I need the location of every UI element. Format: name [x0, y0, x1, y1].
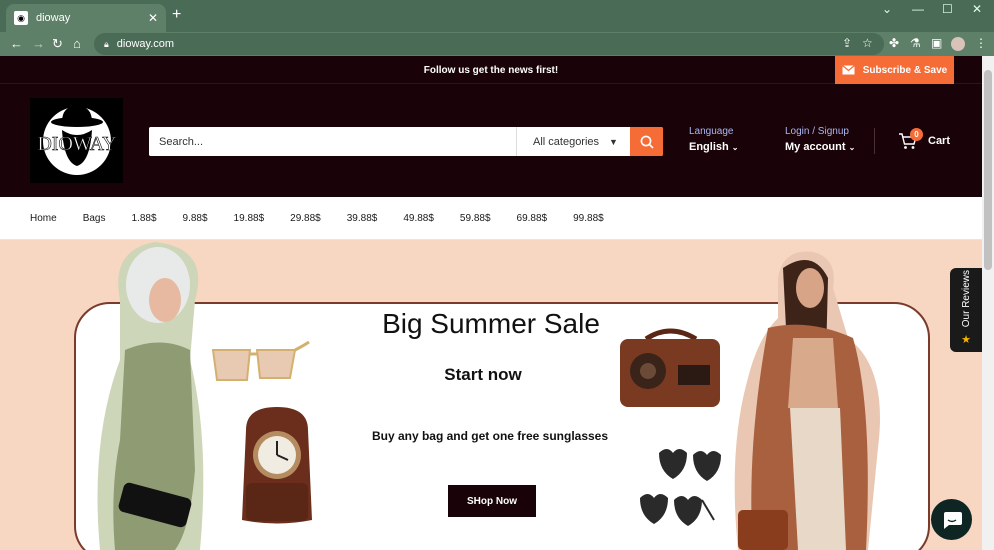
language-value: English — [689, 141, 729, 153]
heart-sunglasses-image — [640, 494, 715, 526]
new-tab-icon[interactable]: + — [172, 6, 181, 24]
hero-banner[interactable]: Big Summer Sale Start now Buy any bag an… — [0, 240, 982, 550]
close-tab-icon[interactable]: ✕ — [148, 11, 158, 25]
forward-icon[interactable]: → — [32, 36, 45, 51]
nav-item-price[interactable]: 9.88$ — [183, 213, 208, 224]
subscribe-button[interactable]: Subscribe & Save — [835, 56, 954, 84]
shop-now-button[interactable]: SHop Now — [448, 485, 536, 517]
share-icon[interactable]: ⇪ — [842, 36, 852, 50]
logo-mark: DIOWAY — [37, 105, 116, 175]
category-select[interactable]: All categories ▼ — [516, 127, 630, 156]
reload-icon[interactable]: ↻ — [52, 36, 63, 52]
search-button[interactable] — [630, 127, 663, 156]
tab-search-icon[interactable]: ⌄ — [882, 2, 892, 16]
heart-sunglasses-image — [659, 449, 721, 481]
chevron-down-icon: ⌄ — [848, 143, 856, 152]
search-icon — [640, 135, 654, 149]
nav-item-bags[interactable]: Bags — [83, 213, 106, 224]
lock-icon: 🔒︎ — [104, 38, 109, 49]
cart-count-badge: 0 — [910, 128, 923, 141]
header-divider — [874, 128, 875, 154]
nav-item-price[interactable]: 69.88$ — [517, 213, 548, 224]
star-icon: ★ — [961, 334, 971, 346]
hero-subtitle: Start now — [444, 365, 522, 384]
search-bar: All categories ▼ — [149, 127, 663, 156]
announcement-bar: Follow us get the news first! Subscribe … — [0, 56, 982, 84]
account-menu[interactable]: Login / Signup My account ⌄ — [785, 126, 855, 153]
hero-offer-text: Buy any bag and get one free sunglasses — [371, 429, 609, 443]
tab-title: dioway — [36, 12, 71, 24]
reviews-label: Our Reviews — [960, 269, 972, 327]
nav-item-price[interactable]: 59.88$ — [460, 213, 491, 224]
category-label: All categories — [533, 135, 600, 148]
site-logo[interactable]: DIOWAY — [30, 98, 123, 183]
back-icon[interactable]: ← — [10, 36, 23, 51]
web-page: Follow us get the news first! Subscribe … — [0, 56, 982, 550]
nav-item-price[interactable]: 19.88$ — [234, 213, 265, 224]
search-input[interactable] — [149, 127, 516, 156]
chevron-down-icon: ▼ — [609, 136, 618, 147]
nav-item-price[interactable]: 39.88$ — [347, 213, 378, 224]
account-value: My account — [785, 141, 846, 153]
clock-bag-image — [242, 407, 312, 524]
profile-avatar[interactable] — [951, 37, 965, 51]
address-bar[interactable]: 🔒︎ dioway.com — [94, 33, 884, 55]
browser-toolbar: ← → ↻ ⌂ 🔒︎ dioway.com ⇪ ☆ ✤ ⚗ ▣ ⋮ — [0, 32, 994, 56]
labs-icon[interactable]: ⚗ — [910, 36, 921, 50]
favicon-icon: ◉ — [14, 11, 28, 25]
page-scrollbar[interactable] — [982, 56, 994, 550]
extensions-icon[interactable]: ✤ — [889, 36, 899, 50]
menu-kebab-icon[interactable]: ⋮ — [975, 36, 987, 50]
envelope-icon — [841, 65, 855, 75]
home-icon[interactable]: ⌂ — [73, 36, 81, 51]
chat-icon — [943, 511, 962, 529]
model-image — [97, 242, 204, 550]
site-header: DIOWAY All categories ▼ Language English… — [0, 84, 982, 197]
chevron-down-icon: ⌄ — [731, 143, 739, 152]
side-panel-icon[interactable]: ▣ — [931, 36, 942, 50]
nav-item-home[interactable]: Home — [30, 213, 57, 224]
main-navigation: Home Bags 1.88$ 9.88$ 19.88$ 29.88$ 39.8… — [0, 197, 982, 240]
language-selector[interactable]: Language English ⌄ — [689, 126, 739, 153]
cart-label: Cart — [928, 135, 951, 147]
language-label: Language — [689, 126, 734, 137]
hero-title: Big Summer Sale — [382, 308, 600, 339]
nav-item-price[interactable]: 29.88$ — [290, 213, 321, 224]
reviews-tab[interactable]: Our Reviews ★ — [950, 268, 982, 352]
browser-tab[interactable]: ◉ dioway ✕ — [6, 4, 166, 32]
minimize-icon[interactable]: — — [912, 2, 924, 16]
close-window-icon[interactable]: ✕ — [972, 2, 982, 16]
url-text: dioway.com — [116, 38, 175, 50]
model-image — [734, 251, 880, 550]
bookmark-star-icon[interactable]: ☆ — [862, 36, 873, 50]
scrollbar-thumb[interactable] — [984, 70, 992, 270]
subscribe-label: Subscribe & Save — [862, 64, 948, 76]
nav-item-price[interactable]: 99.88$ — [573, 213, 604, 224]
login-signup-label: Login / Signup — [785, 126, 849, 137]
logo-text: DIOWAY — [37, 133, 116, 155]
browser-tab-bar: ◉ dioway ✕ + ⌄ — ☐ ✕ — [0, 0, 994, 32]
nav-item-price[interactable]: 49.88$ — [403, 213, 434, 224]
maximize-icon[interactable]: ☐ — [942, 2, 953, 16]
chat-button[interactable] — [931, 499, 972, 540]
sunglasses-image — [211, 340, 310, 381]
nav-item-price[interactable]: 1.88$ — [131, 213, 156, 224]
cart-button[interactable]: 0 Cart — [898, 128, 951, 150]
